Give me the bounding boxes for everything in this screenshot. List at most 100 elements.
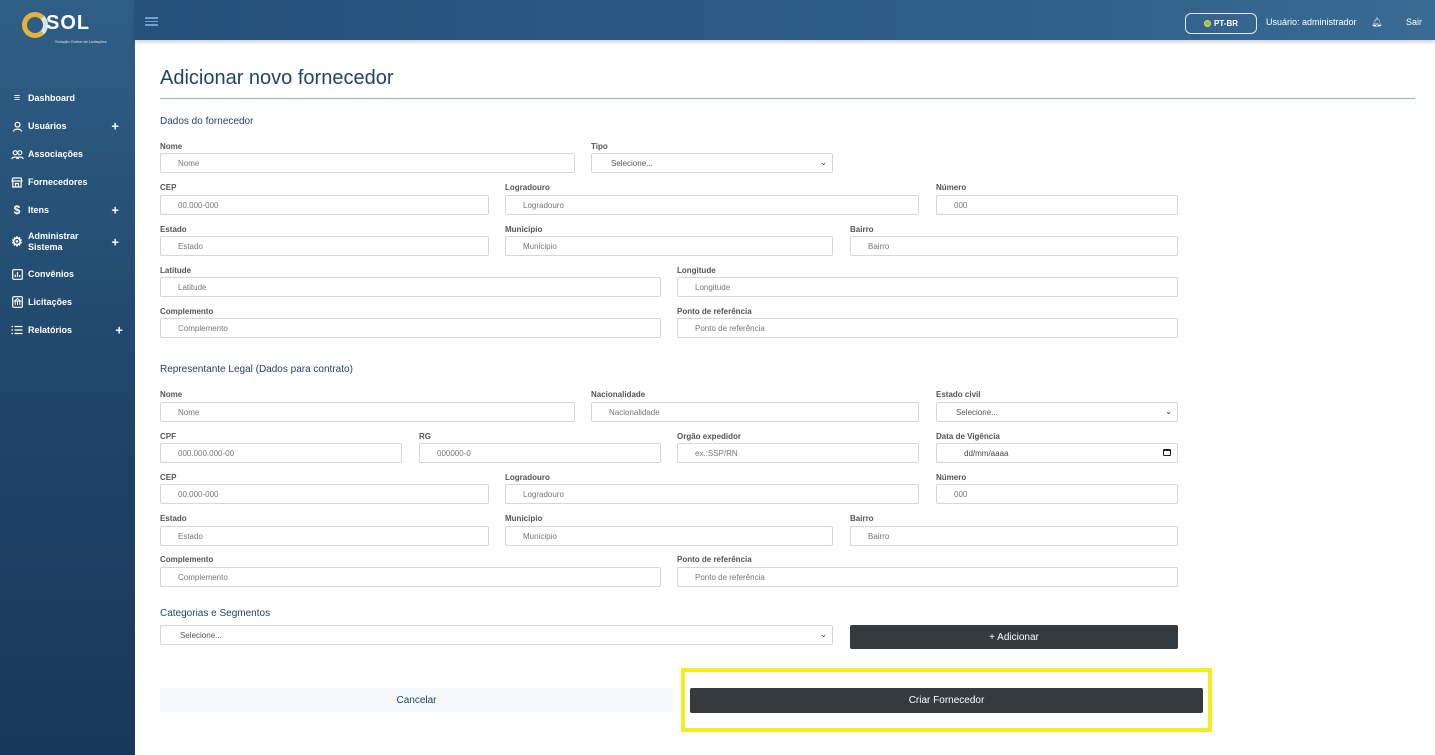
field-label: Número bbox=[936, 183, 967, 192]
highlight-box bbox=[681, 668, 1212, 732]
supplier-longitude-input[interactable]: Longitude bbox=[677, 277, 1178, 297]
title-divider bbox=[160, 98, 1415, 99]
gear-icon: ⚙ bbox=[11, 234, 23, 249]
sidebar-item-label: Convênios bbox=[28, 268, 75, 279]
sidebar-item-label: Itens bbox=[28, 204, 50, 215]
select-value: Selecione... bbox=[956, 407, 998, 417]
sidebar-item-label: Associações bbox=[28, 148, 84, 159]
building-icon bbox=[10, 295, 24, 309]
menu-lines-icon: ≡ bbox=[13, 92, 21, 104]
supplier-complement-input[interactable]: Complemento bbox=[160, 318, 661, 338]
supplier-district-input[interactable]: Bairro bbox=[850, 236, 1178, 256]
field-label: Complemento bbox=[160, 307, 214, 316]
add-category-button[interactable]: + Adicionar bbox=[850, 625, 1178, 649]
supplier-reference-input[interactable]: Ponto de referência bbox=[677, 318, 1178, 338]
users-group-icon bbox=[10, 147, 24, 161]
sidebar-item-administrar-sistema[interactable]: ⚙ Administrar Sistema + bbox=[0, 224, 135, 260]
field-label: Longitude bbox=[677, 266, 716, 275]
page-title: Adicionar novo fornecedor bbox=[160, 67, 394, 89]
hamburger-menu-icon[interactable] bbox=[145, 17, 158, 26]
sidebar-item-label: Dashboard bbox=[28, 92, 76, 103]
user-icon bbox=[10, 119, 24, 133]
current-user-label: Usuário: administrador bbox=[1266, 17, 1357, 27]
notification-bell-icon[interactable]: 🔔︎ bbox=[1371, 17, 1382, 28]
field-label: Estado civil bbox=[936, 390, 981, 399]
field-label: Tipo bbox=[591, 142, 608, 151]
chevron-down-icon: ⌄ bbox=[820, 630, 827, 639]
top-bar: PT-BR Usuário: administrador 🔔︎ Sair bbox=[135, 0, 1435, 40]
legal-complement-input[interactable]: Complemento bbox=[160, 567, 661, 587]
sidebar-item-itens[interactable]: $ Itens + bbox=[0, 196, 135, 224]
sidebar-item-associacoes[interactable]: Associações bbox=[0, 140, 135, 168]
legal-street-input[interactable]: Logradouro bbox=[505, 484, 919, 504]
sidebar-item-label: Licitações bbox=[28, 296, 73, 307]
sidebar: SOL Solução Online de Licitações ≡ Dashb… bbox=[0, 0, 135, 755]
sidebar-item-fornecedores[interactable]: Fornecedores bbox=[0, 168, 135, 196]
logout-link[interactable]: Sair bbox=[1406, 17, 1422, 27]
sidebar-item-relatorios[interactable]: Relatórios + bbox=[0, 316, 135, 344]
expand-plus-icon[interactable]: + bbox=[111, 203, 119, 218]
field-label: RG bbox=[419, 432, 431, 441]
sidebar-item-label: Fornecedores bbox=[28, 176, 88, 187]
legal-marital-status-select[interactable]: Selecione... ⌄ bbox=[936, 402, 1178, 422]
supplier-type-select[interactable]: Selecione... ⌄ bbox=[591, 153, 833, 173]
sidebar-nav: ≡ Dashboard Usuários + Associações Forne… bbox=[0, 84, 135, 344]
field-label: Latitude bbox=[160, 266, 192, 275]
expand-plus-icon[interactable]: + bbox=[115, 323, 123, 338]
field-label: CEP bbox=[160, 183, 177, 192]
calendar-icon[interactable] bbox=[1163, 449, 1171, 456]
field-label: Estado bbox=[160, 514, 187, 523]
field-label: Estado bbox=[160, 225, 187, 234]
chevron-down-icon: ⌄ bbox=[1165, 407, 1172, 416]
field-label: Data de Vigência bbox=[936, 432, 1000, 441]
supplier-latitude-input[interactable]: Latitude bbox=[160, 277, 661, 297]
chevron-down-icon: ⌄ bbox=[820, 158, 827, 167]
legal-nationality-input[interactable]: Nacionalidade bbox=[591, 402, 919, 422]
legal-cep-input[interactable]: 00.000-000 bbox=[160, 484, 489, 504]
field-label: Ponto de referência bbox=[677, 307, 752, 316]
field-label: Complemento bbox=[160, 555, 214, 564]
dollar-icon: $ bbox=[13, 203, 21, 217]
legal-issuer-input[interactable]: ex.:SSP/RN bbox=[677, 443, 919, 463]
supplier-state-input[interactable]: Estado bbox=[160, 236, 489, 256]
legal-number-input[interactable]: 000 bbox=[936, 484, 1178, 504]
expand-plus-icon[interactable]: + bbox=[111, 119, 119, 134]
field-label: Bairro bbox=[850, 225, 874, 234]
field-label: Nome bbox=[160, 142, 183, 151]
select-value: Selecione... bbox=[611, 158, 653, 168]
legal-state-input[interactable]: Estado bbox=[160, 526, 489, 546]
sidebar-item-dashboard[interactable]: ≡ Dashboard bbox=[0, 84, 135, 112]
cancel-button[interactable]: Cancelar bbox=[160, 688, 673, 712]
field-label: Bairro bbox=[850, 514, 874, 523]
legal-city-input[interactable]: Municipio bbox=[505, 526, 833, 546]
category-select[interactable]: Selecione... ⌄ bbox=[160, 625, 833, 645]
section-supplier-heading: Dados do fornecedor bbox=[160, 116, 254, 127]
expand-plus-icon[interactable]: + bbox=[111, 235, 119, 250]
legal-cpf-input[interactable]: 000.000.000-00 bbox=[160, 443, 402, 463]
supplier-street-input[interactable]: Logradouro bbox=[505, 195, 919, 215]
brand-name: SOL bbox=[46, 12, 91, 34]
supplier-cep-input[interactable]: 00.000-000 bbox=[160, 195, 489, 215]
sidebar-item-convenios[interactable]: Convênios bbox=[0, 260, 135, 288]
language-button[interactable]: PT-BR bbox=[1185, 13, 1257, 34]
field-label: Nacionalidade bbox=[591, 390, 646, 399]
field-label: Número bbox=[936, 473, 967, 482]
section-legal-heading: Representante Legal (Dados para contrato… bbox=[160, 364, 353, 375]
field-label: Logradouro bbox=[505, 183, 550, 192]
sidebar-item-usuarios[interactable]: Usuários + bbox=[0, 112, 135, 140]
field-label: CEP bbox=[160, 473, 177, 482]
legal-district-input[interactable]: Bairro bbox=[850, 526, 1178, 546]
legal-rg-input[interactable]: 000000-0 bbox=[419, 443, 661, 463]
date-placeholder: dd/mm/aaaa bbox=[964, 448, 1009, 458]
field-label: Nome bbox=[160, 390, 183, 399]
supplier-name-input[interactable]: Nome bbox=[160, 153, 575, 173]
field-label: Município bbox=[505, 225, 543, 234]
legal-name-input[interactable]: Nome bbox=[160, 402, 575, 422]
supplier-city-input[interactable]: Municipio bbox=[505, 236, 833, 256]
supplier-number-input[interactable]: 000 bbox=[936, 195, 1178, 215]
brand-logo[interactable]: SOL Solução Online de Licitações bbox=[22, 12, 122, 48]
sidebar-item-licitacoes[interactable]: Licitações bbox=[0, 288, 135, 316]
field-label: Orgão expedidor bbox=[677, 432, 742, 441]
legal-validity-date-input[interactable]: dd/mm/aaaa bbox=[936, 443, 1178, 463]
legal-reference-input[interactable]: Ponto de referência bbox=[677, 567, 1178, 587]
